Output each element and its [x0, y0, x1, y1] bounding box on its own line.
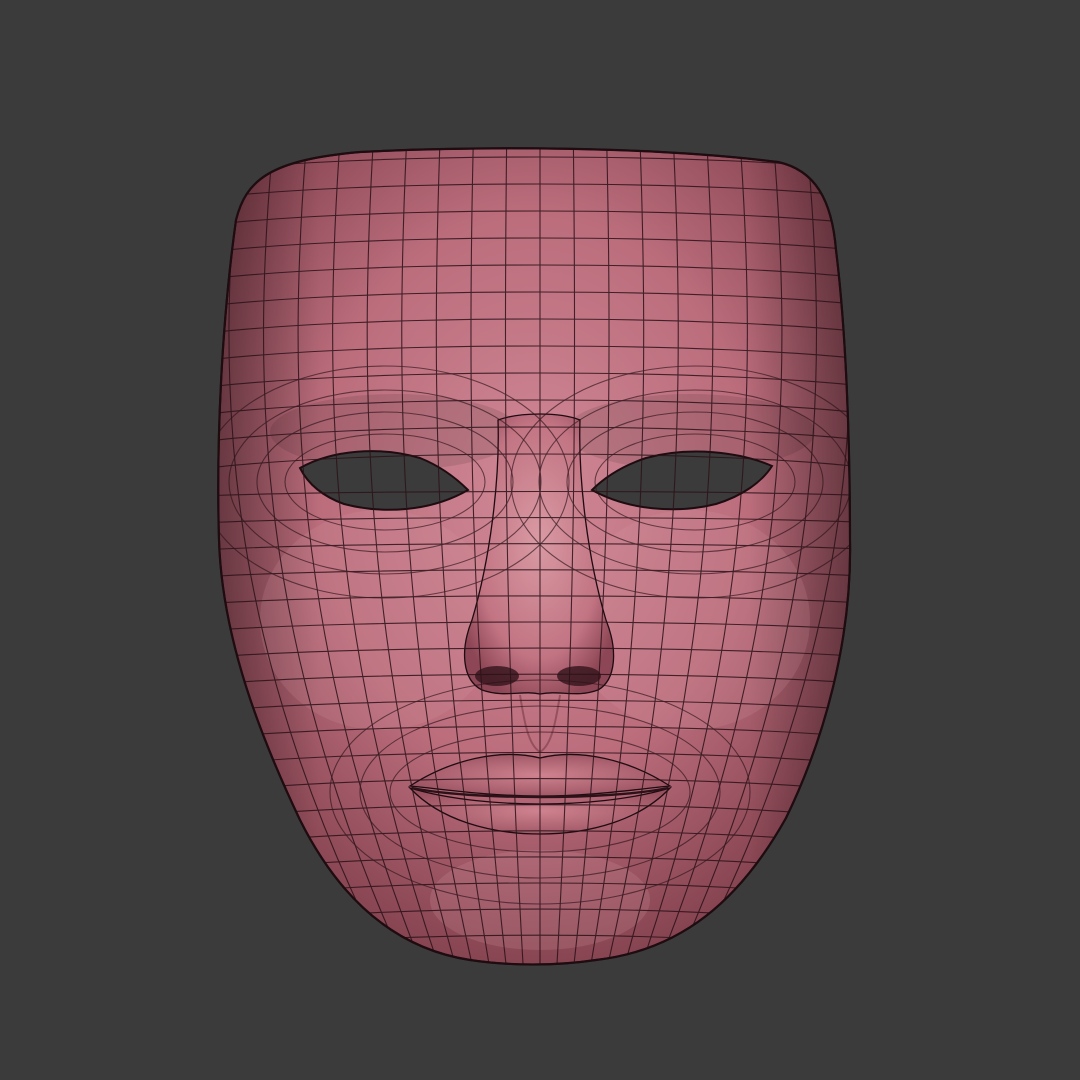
render-viewport[interactable]	[0, 0, 1080, 1080]
mask-render	[217, 147, 852, 966]
